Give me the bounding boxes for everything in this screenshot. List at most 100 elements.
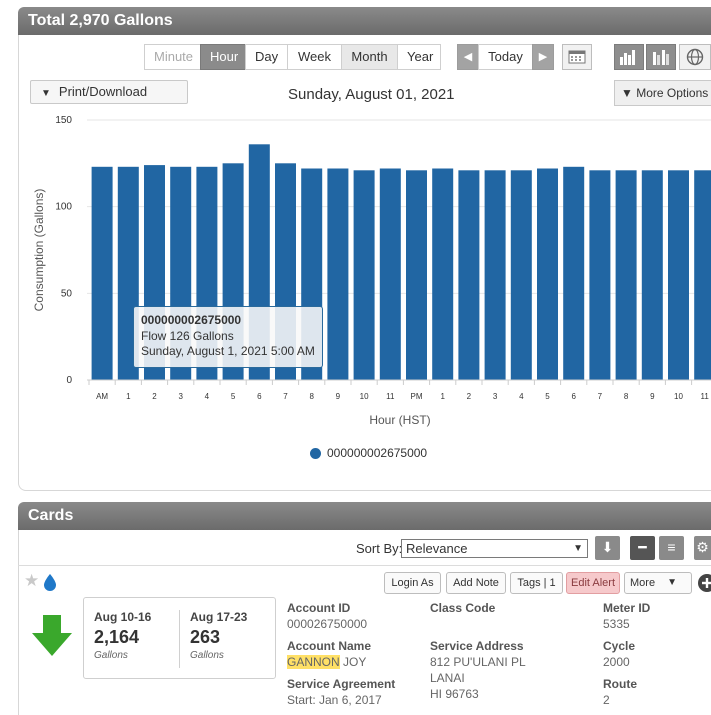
x-tick-label: 7 bbox=[598, 392, 603, 401]
summary-value: 263 bbox=[190, 627, 221, 647]
x-tick-label: 7 bbox=[283, 392, 288, 401]
account-name-value[interactable]: GANNON JOY bbox=[287, 655, 366, 669]
summary-unit: Gallons bbox=[94, 650, 128, 661]
sort-direction-button[interactable]: ⬇ bbox=[595, 536, 620, 560]
tooltip-flow: Flow 126 Gallons bbox=[141, 328, 234, 343]
chart-bar[interactable] bbox=[589, 170, 611, 380]
class-code-label: Class Code bbox=[430, 601, 496, 615]
usage-chart: 0 50 100 150 AM 1 2 3 4 5 6 7 8 9 10 11 PM 1 2 3 4 5 6 7 8 9 10 11… bbox=[32, 115, 711, 427]
service-address-line2: LANAI bbox=[430, 671, 465, 685]
chart-bar[interactable] bbox=[406, 170, 427, 380]
account-id-label: Account ID bbox=[287, 601, 351, 615]
summary-unit: Gallons bbox=[190, 650, 224, 661]
tags-button[interactable]: Tags | 1 bbox=[510, 572, 563, 594]
chart-bar[interactable] bbox=[694, 170, 711, 380]
account-id-value: 000026750000 bbox=[287, 617, 368, 631]
y-tick-label: 50 bbox=[61, 288, 73, 299]
tooltip-meter-id: 000000002675000 bbox=[141, 313, 242, 327]
x-tick-label: 1 bbox=[126, 392, 131, 401]
more-actions-dropdown[interactable]: More ▼ bbox=[624, 572, 692, 594]
meter-id-label: Meter ID bbox=[603, 601, 651, 615]
x-tick-label: 2 bbox=[152, 392, 157, 401]
chart-legend[interactable]: 000000002675000 bbox=[310, 446, 427, 460]
chart-bar[interactable] bbox=[537, 168, 558, 381]
cycle-label: Cycle bbox=[603, 639, 636, 653]
summary-divider bbox=[179, 610, 180, 668]
gear-icon: ⚙ bbox=[696, 539, 709, 555]
chevron-down-icon: ▼ bbox=[573, 543, 583, 554]
y-tick-label: 150 bbox=[55, 115, 72, 126]
x-tick-label: AM bbox=[96, 392, 108, 401]
cards-panel-header: Cards bbox=[18, 502, 711, 530]
x-tick-label: 4 bbox=[205, 392, 210, 401]
x-tick-label: 8 bbox=[624, 392, 629, 401]
list-view-button[interactable]: ≡ bbox=[659, 536, 684, 560]
minus-icon: ━ bbox=[638, 539, 647, 555]
sort-by-select[interactable]: Relevance ▼ bbox=[401, 539, 588, 558]
chart-bar[interactable] bbox=[327, 168, 349, 381]
summary-week-1: Aug 10-16 2,164 Gallons bbox=[94, 610, 151, 661]
account-first-name: GANNON bbox=[287, 655, 340, 669]
x-tick-label: 2 bbox=[467, 392, 472, 401]
x-tick-label: 9 bbox=[336, 392, 341, 401]
x-tick-label: 6 bbox=[257, 392, 262, 401]
legend-marker bbox=[310, 447, 321, 459]
route-value: 2 bbox=[603, 693, 610, 707]
usage-summary: Aug 10-16 2,164 Gallons Aug 17-23 263 Ga… bbox=[83, 597, 276, 679]
more-actions-label: More bbox=[630, 577, 656, 589]
collapse-view-button[interactable]: ━ bbox=[630, 536, 655, 560]
x-tick-label: 11 bbox=[701, 392, 710, 401]
service-address-line1: 812 PU'ULANI PL bbox=[430, 655, 526, 669]
chart-bar[interactable] bbox=[510, 170, 532, 380]
x-tick-label: 3 bbox=[178, 392, 183, 401]
x-tick-label: PM bbox=[411, 392, 423, 401]
add-circle-icon[interactable] bbox=[697, 573, 711, 593]
x-tick-label: 6 bbox=[571, 392, 576, 401]
x-tick-label: 10 bbox=[360, 392, 369, 401]
chart-bar[interactable] bbox=[432, 168, 454, 381]
chart-bar[interactable] bbox=[91, 166, 113, 380]
x-tick-label: 9 bbox=[650, 392, 655, 401]
account-name-label: Account Name bbox=[287, 639, 372, 653]
chart-bar[interactable] bbox=[668, 170, 689, 380]
usage-down-arrow-icon bbox=[32, 615, 72, 656]
service-address-line3: HI 96763 bbox=[430, 687, 479, 701]
add-note-button[interactable]: Add Note bbox=[446, 572, 506, 594]
y-axis-title: Consumption (Gallons) bbox=[32, 189, 46, 312]
chart-bar[interactable] bbox=[563, 166, 585, 380]
summary-week-2: Aug 17-23 263 Gallons bbox=[190, 610, 247, 661]
service-agreement-label: Service Agreement bbox=[287, 677, 396, 691]
star-icon[interactable]: ★ bbox=[24, 571, 39, 591]
chart-bar[interactable] bbox=[641, 170, 663, 380]
x-tick-label: 8 bbox=[309, 392, 314, 401]
chart-bar[interactable] bbox=[615, 170, 637, 380]
settings-button[interactable]: ⚙ bbox=[694, 536, 711, 560]
x-tick-label: 5 bbox=[231, 392, 236, 401]
meter-id-value: 5335 bbox=[603, 617, 630, 631]
caret-down-icon: ▼ bbox=[667, 577, 677, 588]
y-tick-label: 0 bbox=[66, 375, 72, 386]
sort-by-value: Relevance bbox=[406, 541, 468, 556]
cycle-value: 2000 bbox=[603, 655, 630, 669]
login-as-button[interactable]: Login As bbox=[384, 572, 441, 594]
chart-bar[interactable] bbox=[484, 170, 506, 380]
arrow-down-icon: ⬇ bbox=[601, 539, 614, 555]
list-icon: ≡ bbox=[667, 539, 676, 555]
edit-alert-button[interactable]: Edit Alert bbox=[566, 572, 620, 594]
route-label: Route bbox=[603, 677, 637, 691]
service-agreement-value: Start: Jan 6, 2017 bbox=[287, 693, 382, 707]
chart-bar[interactable] bbox=[458, 170, 480, 380]
legend-series-label: 000000002675000 bbox=[327, 446, 428, 460]
water-drop-icon bbox=[44, 574, 56, 591]
chart-bar[interactable] bbox=[353, 170, 375, 380]
x-tick-label: 5 bbox=[545, 392, 550, 401]
summary-value: 2,164 bbox=[94, 627, 140, 647]
cards-title: Cards bbox=[28, 507, 74, 524]
x-tick-label: 4 bbox=[519, 392, 524, 401]
chart-bar[interactable] bbox=[379, 168, 401, 381]
y-tick-label: 100 bbox=[55, 202, 72, 213]
x-tick-label: 3 bbox=[493, 392, 498, 401]
x-axis-title: Hour (HST) bbox=[369, 413, 430, 427]
tooltip-time: Sunday, August 1, 2021 5:00 AM bbox=[141, 344, 315, 358]
x-tick-label: 10 bbox=[674, 392, 683, 401]
